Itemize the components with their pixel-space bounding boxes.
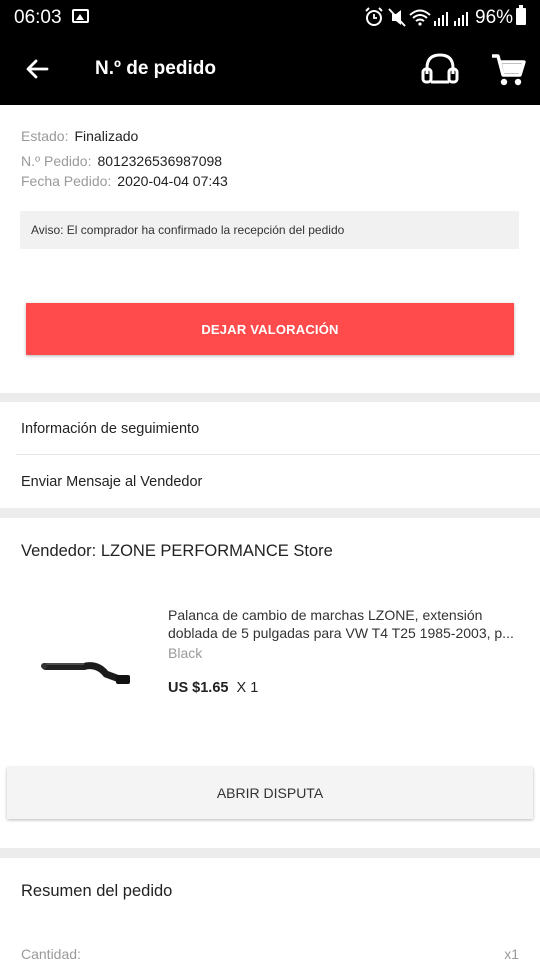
product-title-line-1: Palanca de cambio de marchas LZONE, exte…: [168, 607, 483, 623]
summary-quantity-value: x1: [504, 946, 519, 960]
summary-quantity-row: Cantidad: x1: [21, 946, 519, 960]
alarm-icon: [365, 7, 383, 26]
signal-icon: [434, 12, 448, 26]
product-price-row: US $1.65 X 1: [168, 680, 258, 696]
battery-icon: [516, 5, 526, 25]
page-title: N.º de pedido: [95, 58, 216, 79]
order-status-row: Estado: Finalizado: [21, 128, 138, 144]
tracking-info-link[interactable]: Información de seguimiento: [0, 402, 540, 455]
battery-percentage: 96%: [475, 7, 514, 28]
summary-title: Resumen del pedido: [21, 882, 173, 900]
order-number-label: N.º Pedido:: [21, 153, 92, 169]
order-status-label: Estado:: [21, 128, 69, 144]
product-image[interactable]: [36, 636, 136, 696]
cart-icon[interactable]: [488, 50, 528, 90]
order-date-label: Fecha Pedido:: [21, 173, 112, 189]
order-date-row: Fecha Pedido: 2020-04-04 07:43: [21, 173, 228, 189]
open-dispute-button[interactable]: ABRIR DISPUTA: [7, 767, 533, 819]
back-arrow-icon[interactable]: [20, 52, 54, 86]
product-variant: Black: [168, 645, 203, 661]
seller-row[interactable]: Vendedor: LZONE PERFORMANCE Store: [21, 542, 333, 561]
product-title-line-2: doblada de 5 pulgadas para VW T4 T25 198…: [168, 625, 514, 641]
order-status-value: Finalizado: [74, 128, 139, 144]
status-time: 06:03: [14, 7, 62, 28]
order-info-card: Estado: Finalizado N.º Pedido: 80123265369…: [0, 105, 540, 393]
order-links-card: Información de seguimiento Enviar Mensaj…: [0, 402, 540, 508]
seller-card: Vendedor: LZONE PERFORMANCE Store Palanc…: [0, 518, 540, 848]
app-header: N.º de pedido: [0, 34, 540, 105]
gallery-icon: [72, 9, 89, 23]
order-date-value: 2020-04-04 07:43: [117, 173, 228, 189]
order-number-value: 8012326536987098: [97, 153, 223, 169]
seller-name: LZONE PERFORMANCE Store: [100, 542, 333, 560]
order-number-row: N.º Pedido: 8012326536987098: [21, 153, 222, 169]
summary-quantity-label: Cantidad:: [21, 946, 81, 960]
product-title[interactable]: Palanca de cambio de marchas LZONE, exte…: [168, 606, 523, 642]
message-seller-link[interactable]: Enviar Mensaje al Vendedor: [0, 455, 540, 508]
product-quantity: X 1: [236, 680, 259, 696]
leave-feedback-button[interactable]: DEJAR VALORACIÓN: [26, 303, 514, 355]
system-status-icons: [365, 7, 468, 27]
seller-label: Vendedor:: [21, 542, 97, 560]
mute-icon: [388, 8, 406, 27]
product-price: US $1.65: [168, 680, 229, 696]
order-notice: Aviso: El comprador ha confirmado la rec…: [20, 211, 519, 249]
order-summary-card: Resumen del pedido Cantidad: x1: [0, 858, 540, 960]
wifi-icon: [409, 9, 431, 26]
headset-support-icon[interactable]: [418, 48, 462, 92]
status-bar: 06:03 96%: [0, 0, 540, 34]
signal-icon-2: [454, 12, 468, 26]
